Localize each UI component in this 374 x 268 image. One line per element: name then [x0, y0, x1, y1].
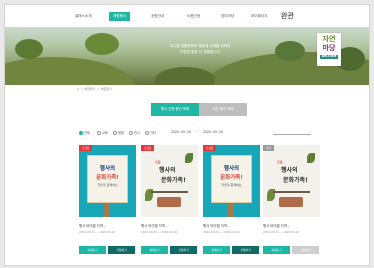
- poster-text: 모집: [277, 160, 283, 164]
- home-icon[interactable]: ⌂: [77, 87, 79, 91]
- tree-shape: [85, 33, 119, 55]
- hero-caption-line: 다양한 활동 더 경쟁합니다: [180, 50, 220, 54]
- filter-label: 교육: [102, 131, 108, 135]
- event-poster[interactable]: 모집중 모집 행사의 문화가족!: [141, 145, 198, 217]
- badge-line: 마당: [322, 44, 336, 52]
- detail-button[interactable]: 상세보기: [203, 246, 230, 254]
- radio-icon: [79, 131, 83, 135]
- event-card[interactable]: 모집중 행사의 문화가족! 자연과 함께하는 행사 마이벨 지역... 2020…: [203, 145, 260, 254]
- shelf-shape: [151, 191, 188, 193]
- apply-button[interactable]: 신청하기: [232, 246, 259, 254]
- filter-option[interactable]: 기타: [145, 130, 156, 135]
- hero-badge: 자연 마당 WELCOME: [317, 33, 341, 66]
- tab-current-events[interactable]: 행사 진행 중인 목록: [151, 103, 199, 116]
- card-date: 2020.00.00 ~ 2020.00.00: [203, 230, 240, 234]
- date-from-field[interactable]: 2020. 00. 00: [171, 130, 191, 134]
- poster-text: 행사의: [99, 166, 116, 172]
- status-badge: 모집중: [141, 145, 155, 151]
- easel-shape: [228, 203, 234, 217]
- card-title[interactable]: 행사 마이벨 지역...: [203, 223, 260, 228]
- date-separator: ~: [196, 130, 199, 134]
- nav-item-apply[interactable]: 이용신청: [187, 14, 200, 19]
- event-card[interactable]: 모집중 행사의 문화가족! 자연과 함께하는 행사 마이벨 지역... 2020…: [79, 145, 136, 254]
- filter-option[interactable]: 전체: [79, 130, 90, 135]
- tree-shape: [15, 39, 43, 59]
- nav-item-park-info[interactable]: 공원안내: [151, 14, 164, 19]
- site-logo[interactable]: 완관: [281, 11, 294, 21]
- poster-text: 자연과 함께하는: [221, 183, 242, 187]
- breadcrumb-item: 체험행사: [100, 87, 112, 91]
- poster-text: 행사의: [223, 166, 240, 172]
- leaf-shape: [307, 153, 315, 163]
- card-date: 2020.00.00 ~ 2020.00.00: [263, 230, 300, 234]
- easel-shape: [104, 203, 110, 217]
- radio-icon: [145, 131, 149, 135]
- radio-icon: [129, 131, 133, 135]
- filter-option[interactable]: 교육: [97, 130, 108, 135]
- radio-icon: [113, 131, 117, 135]
- nav-item-intro[interactable]: 클래스소개: [75, 14, 92, 19]
- poster-text: 모집: [155, 160, 161, 164]
- nav-item-events[interactable]: 체험행사: [109, 12, 131, 21]
- top-navigation: 클래스소개 체험행사 공원안내 이용신청 참여마당 마이페이지 완관: [5, 5, 369, 27]
- nav-item-mypage[interactable]: 마이페이지: [251, 14, 268, 19]
- event-card[interactable]: 마감 모집 행사의 문화가족! 행사 마이벨 지역... 2020.00.00 …: [263, 145, 320, 254]
- box-shape: [157, 197, 181, 207]
- filter-label: 전시: [134, 131, 140, 135]
- nav-item-community[interactable]: 참여마당: [221, 14, 234, 19]
- filter-label: 기타: [150, 131, 156, 135]
- card-title[interactable]: 행사 마이벨 지역...: [263, 223, 320, 228]
- poster-text: 문화가족!: [283, 177, 308, 184]
- poster-text: 행사의: [281, 167, 298, 174]
- event-card[interactable]: 모집중 모집 행사의 문화가족! 행사 마이벨 지역... 2020.00.00…: [141, 145, 198, 254]
- event-poster[interactable]: 마감 모집 행사의 문화가족!: [263, 145, 320, 217]
- card-date: 2020.00.00 ~ 2020.00.00: [141, 230, 178, 234]
- poster-text: 자연과 함께하는: [97, 183, 118, 187]
- hero-caption: 미니멀 생활문화의 향유에 사회를 위하여 다양한 활동 더 경쟁합니다: [140, 43, 260, 55]
- box-shape: [279, 197, 303, 207]
- apply-button[interactable]: 신청하기: [170, 246, 197, 254]
- tab-past-events[interactable]: 지난 행사 목록: [199, 103, 247, 116]
- detail-button[interactable]: 상세보기: [79, 246, 106, 254]
- leaf-shape: [185, 153, 193, 163]
- breadcrumb: ⌂ > 체험행사 > 체험행사: [77, 87, 112, 91]
- tree-shape: [275, 41, 305, 61]
- poster-board: 행사의 문화가족! 자연과 함께하는: [211, 155, 252, 203]
- filter-label: 전체: [84, 131, 90, 135]
- tree-shape: [155, 67, 215, 85]
- breadcrumb-item[interactable]: 체험행사: [84, 87, 95, 91]
- hero-banner: 미니멀 생활문화의 향유에 사회를 위하여 다양한 활동 더 경쟁합니다 자연 …: [5, 27, 369, 85]
- poster-text: 문화가족!: [161, 177, 186, 184]
- status-badge: 모집중: [203, 145, 217, 151]
- badge-line: 자연: [322, 35, 336, 43]
- browser-frame: 클래스소개 체험행사 공원안내 이용신청 참여마당 마이페이지 완관 미니멀 생…: [4, 4, 370, 266]
- detail-button[interactable]: 상세보기: [263, 246, 290, 254]
- event-poster[interactable]: 모집중 행사의 문화가족! 자연과 함께하는: [203, 145, 260, 217]
- apply-button[interactable]: 신청하기: [108, 246, 135, 254]
- status-badge: 마감: [263, 145, 274, 151]
- filter-option[interactable]: 체험: [113, 130, 124, 135]
- poster-board: 행사의 문화가족! 자연과 함께하는: [87, 155, 128, 203]
- poster-text: 문화가족!: [220, 175, 243, 181]
- radio-icon: [97, 131, 101, 135]
- filter-label: 체험: [118, 131, 124, 135]
- filter-option[interactable]: 전시: [129, 130, 140, 135]
- date-to-field[interactable]: 2020. 00. 00: [203, 130, 223, 134]
- apply-closed-button: 신청마감: [292, 246, 319, 254]
- card-date: 2020.00.00 ~ 2020.00.00: [79, 230, 116, 234]
- event-poster[interactable]: 모집중 행사의 문화가족! 자연과 함께하는: [79, 145, 136, 217]
- poster-text: 행사의: [159, 167, 176, 174]
- poster-text: 문화가족!: [96, 175, 119, 181]
- badge-line: WELCOME: [320, 55, 338, 59]
- status-badge: 모집중: [79, 145, 93, 151]
- card-title[interactable]: 행사 마이벨 지역...: [141, 223, 198, 228]
- hill-shape: [5, 57, 135, 85]
- detail-button[interactable]: 상세보기: [141, 246, 168, 254]
- shelf-shape: [273, 191, 310, 193]
- search-input[interactable]: [273, 131, 311, 135]
- card-title[interactable]: 행사 마이벨 지역...: [79, 223, 136, 228]
